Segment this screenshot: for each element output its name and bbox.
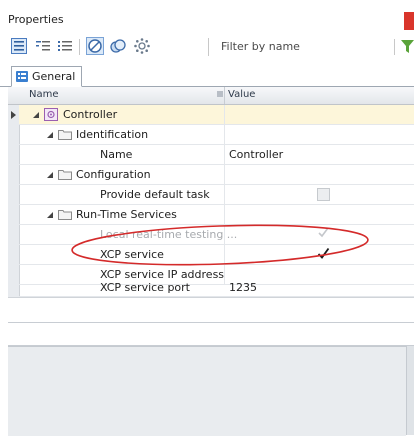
- collapse-arrow-icon[interactable]: [46, 211, 54, 219]
- local-real-time-testing-checkbox[interactable]: [317, 226, 330, 239]
- folder-icon: [58, 170, 72, 180]
- grid-header: [8, 87, 414, 105]
- close-button[interactable]: [404, 12, 414, 30]
- property-grid-icon: [16, 71, 28, 82]
- xcp-service-checkbox[interactable]: [317, 247, 330, 260]
- panel-title: Properties: [8, 13, 64, 26]
- row-label: Run-Time Services: [76, 208, 177, 221]
- row-splitter: [224, 165, 225, 184]
- tab-label: General: [32, 70, 76, 83]
- vertical-scrollbar[interactable]: [406, 346, 414, 435]
- list-view-icon[interactable]: [56, 37, 74, 55]
- toolbar-separator: [394, 39, 395, 55]
- show-modified-icon[interactable]: [109, 37, 127, 55]
- row-splitter: [224, 205, 225, 224]
- row-value[interactable]: 1235: [229, 278, 257, 297]
- row-splitter: [224, 265, 225, 284]
- collapse-arrow-icon[interactable]: [46, 171, 54, 179]
- row-label: Identification: [76, 128, 149, 141]
- grid-row-name[interactable]: [19, 145, 414, 165]
- grid-row-xcp-service-port[interactable]: [19, 285, 414, 297]
- grid-row-provide-default-task[interactable]: [19, 185, 414, 205]
- show-all-icon[interactable]: [86, 37, 104, 55]
- row-label: XCP service: [100, 248, 164, 261]
- row-splitter: [224, 245, 225, 264]
- description-panel: [8, 346, 406, 436]
- row-label: Name: [100, 148, 133, 161]
- grid-row-xcp-service[interactable]: [19, 245, 414, 265]
- row-label: XCP service port: [100, 281, 190, 294]
- filter-input[interactable]: Filter by name: [208, 38, 401, 56]
- folder-icon: [58, 130, 72, 140]
- row-label: Local real-time testing ...: [100, 228, 238, 241]
- categorized-view-icon[interactable]: [10, 37, 28, 55]
- collapse-arrow-icon[interactable]: [46, 131, 54, 139]
- column-header-value[interactable]: Value: [228, 89, 255, 100]
- description-bar: [8, 322, 414, 346]
- provide-default-task-checkbox[interactable]: [317, 188, 330, 201]
- alphabetical-view-icon[interactable]: [34, 37, 52, 55]
- collapse-arrow-icon[interactable]: [32, 111, 40, 119]
- folder-icon: [58, 210, 72, 220]
- controller-icon: [44, 108, 58, 121]
- row-splitter: [224, 185, 225, 204]
- sort-indicator-icon: [217, 91, 223, 97]
- grid-bottom-border: [8, 297, 414, 298]
- row-value[interactable]: Controller: [229, 145, 283, 164]
- filter-icon[interactable]: [401, 40, 414, 57]
- tab-general[interactable]: General: [11, 66, 82, 87]
- column-splitter[interactable]: [224, 87, 225, 104]
- settings-icon[interactable]: [133, 37, 151, 55]
- row-label: Configuration: [76, 168, 151, 181]
- current-row-indicator-icon: [11, 111, 16, 119]
- toolbar-separator: [79, 39, 80, 55]
- row-splitter: [224, 105, 225, 124]
- column-header-name[interactable]: Name: [29, 89, 59, 100]
- row-label: Controller: [63, 108, 118, 121]
- row-splitter: [224, 145, 225, 164]
- row-splitter: [224, 125, 225, 144]
- row-label: Provide default task: [100, 188, 210, 201]
